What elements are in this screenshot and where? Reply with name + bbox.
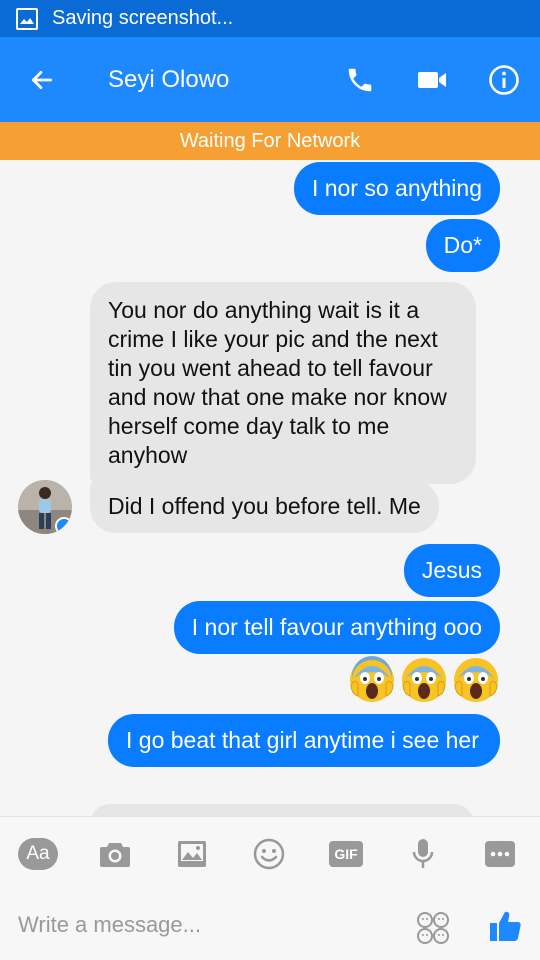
screaming-face-emoji-icon [402,658,446,702]
stickers-button[interactable] [412,907,454,949]
info-button[interactable] [468,37,540,122]
text-style-button[interactable]: Aa [17,833,59,875]
camera-button[interactable] [94,833,136,875]
thumbs-up-icon [490,911,521,941]
back-arrow-icon [31,70,53,89]
composer-toolbar: Aa GIF [0,817,540,889]
contact-avatar[interactable] [18,480,72,534]
message-bubble-outgoing[interactable]: Do* [425,219,500,272]
contact-name[interactable]: Seyi Olowo [84,66,324,94]
aa-icon: Aa [18,838,58,870]
screaming-face-emoji-icon [454,658,498,702]
info-icon [489,64,519,95]
emoji-button[interactable] [248,833,290,875]
status-text: Saving screenshot... [52,7,234,29]
voice-button[interactable] [402,833,444,875]
screaming-face-emoji-icon [350,656,394,702]
message-bubble-outgoing[interactable]: I go beat that girl anytime i see her [108,714,500,767]
message-bubble-outgoing[interactable]: Jesus [403,544,500,597]
message-bubble-incoming-partial[interactable] [90,804,474,816]
message-bubble-incoming[interactable]: You nor do anything wait is it a crime I… [90,282,476,484]
phone-icon [348,68,372,91]
call-button[interactable] [324,37,396,122]
emoji-message[interactable] [348,656,500,704]
video-call-button[interactable] [396,37,468,122]
messenger-badge-icon [55,517,72,534]
stickers-icon [417,912,449,944]
gif-button[interactable]: GIF [325,833,367,875]
video-camera-icon [418,71,446,88]
screenshot-icon [16,7,38,30]
smiley-icon [253,838,285,870]
header-bar: Seyi Olowo [0,37,540,122]
more-button[interactable] [479,833,521,875]
message-bubble-outgoing[interactable]: I nor so anything [293,162,500,215]
camera-icon [100,843,130,867]
message-thread[interactable]: I nor so anything Do* You nor do anythin… [0,160,540,816]
like-button[interactable] [484,905,526,947]
microphone-icon [412,839,434,868]
gif-icon: GIF [329,841,363,867]
gallery-button[interactable] [171,833,213,875]
message-bubble-incoming[interactable]: Did I offend you before tell. Me [90,480,439,533]
image-icon [178,841,206,867]
network-banner-text: Waiting For Network [179,129,361,152]
status-bar: Saving screenshot... [0,0,540,37]
composer: Aa GIF Write a message... [0,816,540,960]
message-bubble-outgoing[interactable]: I nor tell favour anything ooo [173,601,500,654]
network-banner: Waiting For Network [0,122,540,160]
message-input[interactable]: Write a message... [18,909,398,941]
more-dots-icon [485,841,515,867]
back-button[interactable] [0,37,84,122]
